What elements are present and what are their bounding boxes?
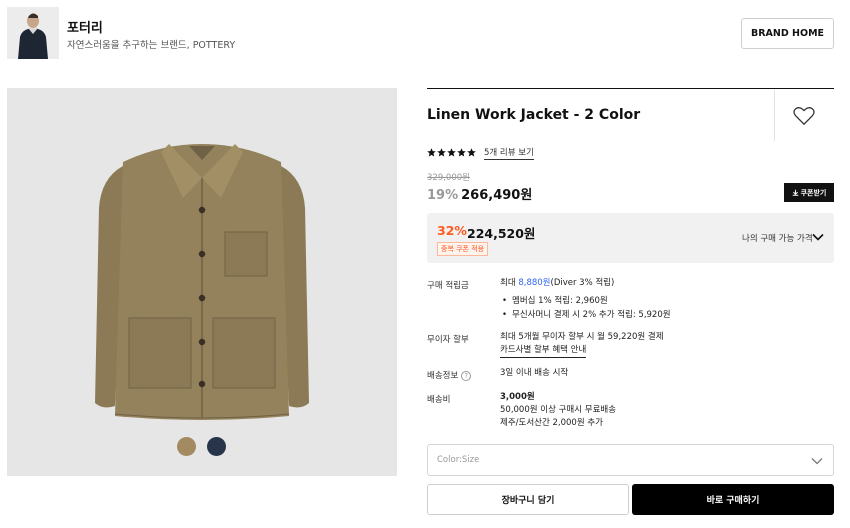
points-suffix: (Diver 3% 적립) (550, 278, 615, 288)
product-image-gallery (7, 88, 397, 476)
brand-name[interactable]: 포터리 (67, 17, 103, 36)
original-price: 329,000원 (427, 173, 470, 183)
navy-swatch[interactable] (207, 437, 226, 456)
shipping-extra-note: 제주/도서산간 2,000원 추가 (500, 418, 603, 428)
star-icon (427, 148, 436, 157)
installment-label: 무이자 할부 (427, 335, 469, 345)
star-icon (467, 148, 476, 157)
points-bullet-money: 무신사머니 결제 시 2% 추가 적립: 5,920원 (502, 308, 671, 320)
best-price-percent: 32% (437, 223, 467, 238)
shipping-fee: 3,000원 (500, 392, 535, 402)
best-price-value: 224,520원 (467, 226, 536, 241)
installment-value: 최대 5개월 무이자 할부 시 월 59,220원 결제 (500, 332, 664, 342)
rating-stars (427, 148, 476, 157)
delivery-label-text: 배송정보 (427, 371, 459, 381)
option-select-placeholder: Color:Size (437, 455, 480, 465)
add-to-cart-button[interactable]: 장바구니 담기 (427, 484, 629, 515)
brand-subtitle: 자연스러움을 추구하는 브랜드, POTTERY (67, 40, 236, 51)
product-image[interactable] (91, 138, 313, 423)
discount-row: 19% 266,490원 (427, 184, 532, 203)
delivery-label: 배송정보? (427, 369, 472, 381)
chevron-down-icon[interactable] (812, 233, 824, 241)
discount-percent: 19% (427, 188, 459, 203)
chevron-down-icon (811, 458, 823, 465)
points-label: 구매 적립금 (427, 281, 469, 291)
top-divider (427, 88, 834, 89)
brand-avatar-image (7, 7, 59, 59)
khaki-swatch[interactable] (177, 437, 196, 456)
product-title: Linen Work Jacket - 2 Color (427, 107, 641, 123)
best-price-box: 32% 224,520원 중복 쿠폰 적용 나의 구매 가능 가격 (427, 213, 834, 263)
delivery-value: 3일 이내 배송 시작 (500, 368, 569, 378)
title-divider (774, 90, 775, 141)
coupon-stack-badge: 중복 쿠폰 적용 (437, 242, 489, 256)
points-bullet-membership: 멤버십 1% 적립: 2,960원 (502, 294, 608, 306)
coupon-button-label: 쿠폰받기 (800, 188, 827, 197)
points-prefix: 최대 (500, 278, 519, 288)
points-amount: 8,880원 (518, 278, 551, 288)
my-price-toggle[interactable]: 나의 구매 가능 가격 (742, 232, 813, 244)
discount-price: 266,490원 (461, 188, 533, 203)
brand-avatar[interactable] (7, 7, 59, 59)
coupon-button[interactable]: 쿠폰받기 (784, 183, 834, 202)
installment-link[interactable]: 카드사별 할부 혜택 안내 (500, 344, 587, 358)
help-icon[interactable]: ? (461, 370, 472, 381)
shipping-label: 배송비 (427, 395, 451, 405)
shipping-free-note: 50,000원 이상 구매시 무료배송 (500, 405, 617, 415)
points-value: 최대 8,880원(Diver 3% 적립) (500, 277, 614, 290)
brand-home-button[interactable]: BRAND HOME (741, 18, 834, 49)
star-icon (447, 148, 456, 157)
star-icon (457, 148, 466, 157)
star-icon (437, 148, 446, 157)
download-icon (792, 189, 798, 196)
option-select[interactable]: Color:Size (427, 444, 834, 476)
buy-now-button[interactable]: 바로 구매하기 (632, 484, 834, 515)
review-link[interactable]: 5개 리뷰 보기 (484, 148, 534, 160)
heart-icon[interactable] (793, 106, 815, 126)
